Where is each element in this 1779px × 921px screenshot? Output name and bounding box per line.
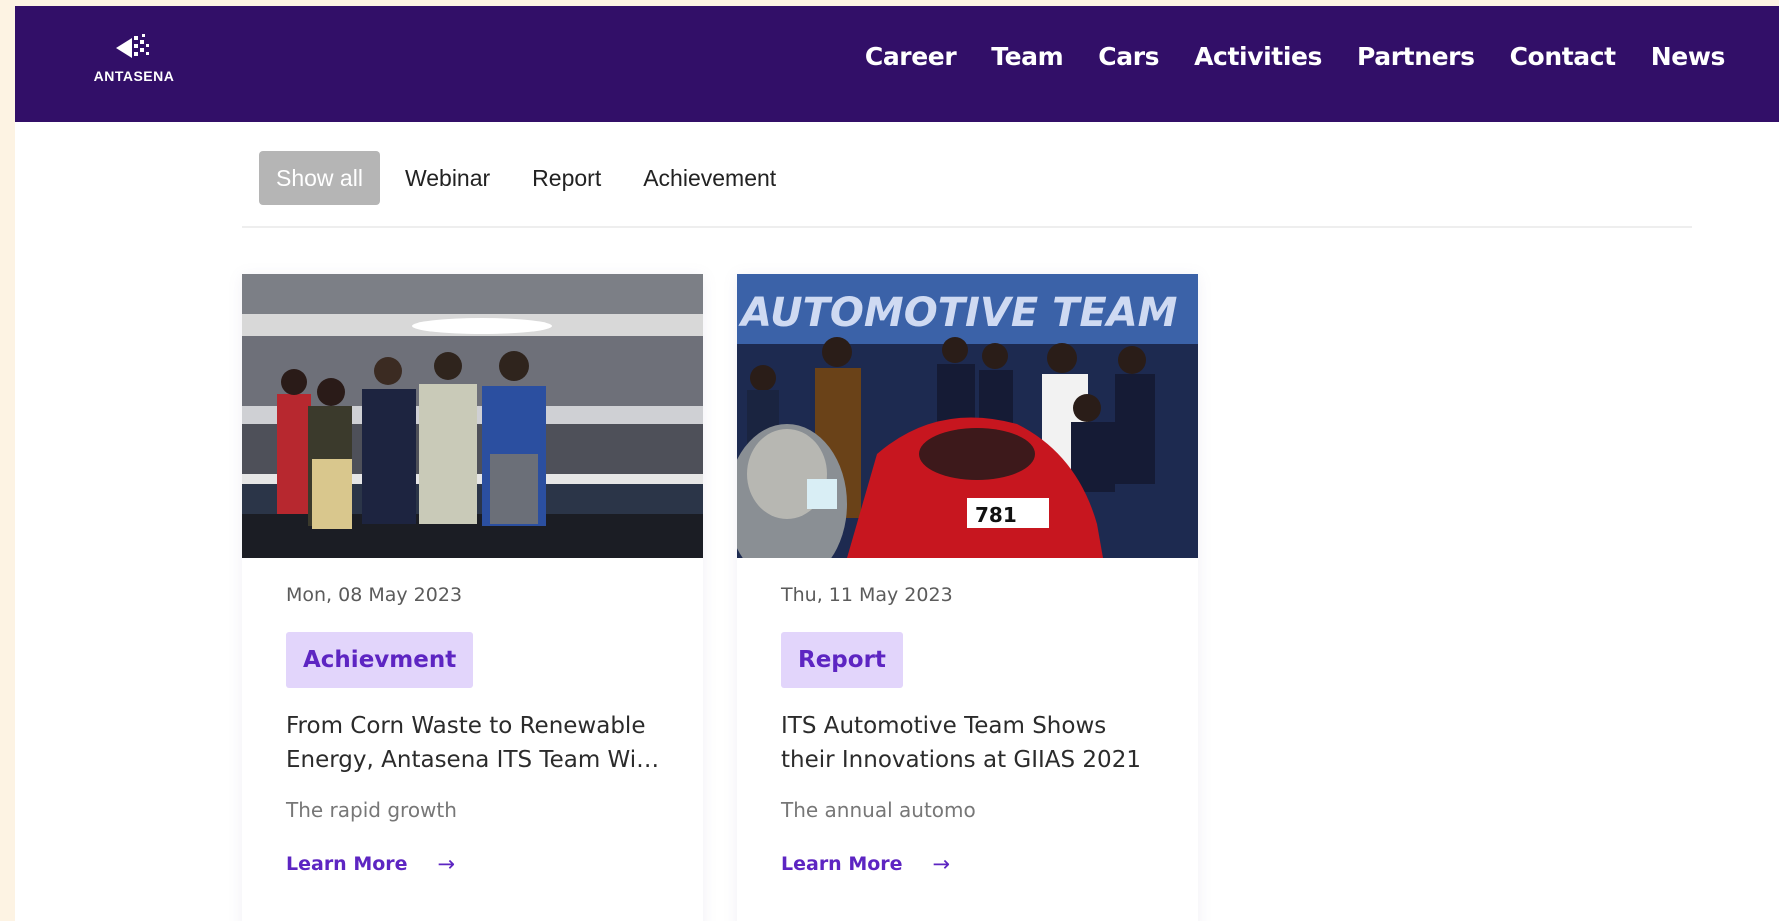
nav-career[interactable]: Career xyxy=(865,42,957,71)
news-card-title[interactable]: ITS Automotive Team Shows their Innovati… xyxy=(781,709,1161,777)
learn-more-label: Learn More xyxy=(286,853,408,875)
filter-report[interactable]: Report xyxy=(515,151,618,205)
news-card-body: Thu, 11 May 2023 Report ITS Automotive T… xyxy=(737,558,1198,876)
nav-team[interactable]: Team xyxy=(991,42,1063,71)
car-number-plate: 781 xyxy=(975,503,1017,527)
brand-logo[interactable]: ANTASENA xyxy=(79,32,189,102)
nav-activities[interactable]: Activities xyxy=(1194,42,1322,71)
news-card-title-line: their Innovations at GIIAS 2021 xyxy=(781,747,1141,773)
learn-more-link[interactable]: Learn More → xyxy=(781,852,1154,876)
news-card-excerpt: The rapid growth xyxy=(286,798,457,822)
news-card-body: Mon, 08 May 2023 Achievment From Corn Wa… xyxy=(242,558,703,876)
news-card-image[interactable] xyxy=(242,274,703,558)
news-card-tag[interactable]: Report xyxy=(781,632,903,688)
automotive-team-photo-image: AUTOMOTIVE TEAM 781 xyxy=(737,274,1198,558)
learn-more-link[interactable]: Learn More → xyxy=(286,852,659,876)
news-card-title-line: Energy, Antasena ITS Team Win... xyxy=(286,747,666,773)
filter-achievement[interactable]: Achievement xyxy=(626,151,793,205)
team-photo-image xyxy=(242,274,703,558)
learn-more-label: Learn More xyxy=(781,853,903,875)
arrow-right-icon: → xyxy=(437,852,456,876)
category-filter-bar: Show all Webinar Report Achievement xyxy=(259,151,801,205)
nav-contact[interactable]: Contact xyxy=(1510,42,1617,71)
news-card-title[interactable]: From Corn Waste to Renewable Energy, Ant… xyxy=(286,709,666,777)
banner-text: AUTOMOTIVE TEAM xyxy=(738,290,1177,336)
logo-text: ANTASENA xyxy=(93,68,175,84)
antasena-logo-icon xyxy=(116,34,149,58)
filter-webinar[interactable]: Webinar xyxy=(388,151,507,205)
news-card: AUTOMOTIVE TEAM 781 Thu, 11 May 2023 Rep… xyxy=(737,274,1198,921)
nav-cars[interactable]: Cars xyxy=(1098,42,1159,71)
news-card-date: Thu, 11 May 2023 xyxy=(781,584,953,606)
top-navbar: ANTASENA Career Team Cars Activities Par… xyxy=(15,6,1779,122)
news-card-tag[interactable]: Achievment xyxy=(286,632,474,688)
news-card-date: Mon, 08 May 2023 xyxy=(286,584,463,606)
news-card-title-line: From Corn Waste to Renewable xyxy=(286,713,646,739)
page: ANTASENA Career Team Cars Activities Par… xyxy=(15,6,1779,921)
main-nav: Career Team Cars Activities Partners Con… xyxy=(830,6,1726,106)
news-card-title-line: ITS Automotive Team Shows xyxy=(781,713,1107,739)
news-card-image[interactable]: AUTOMOTIVE TEAM 781 xyxy=(737,274,1198,558)
news-card-excerpt: The annual automo xyxy=(781,798,976,822)
nav-news[interactable]: News xyxy=(1651,42,1726,71)
news-card: Mon, 08 May 2023 Achievment From Corn Wa… xyxy=(242,274,703,921)
nav-partners[interactable]: Partners xyxy=(1357,42,1475,71)
filter-show-all[interactable]: Show all xyxy=(259,151,380,205)
filter-divider xyxy=(242,226,1692,228)
arrow-right-icon: → xyxy=(932,852,951,876)
